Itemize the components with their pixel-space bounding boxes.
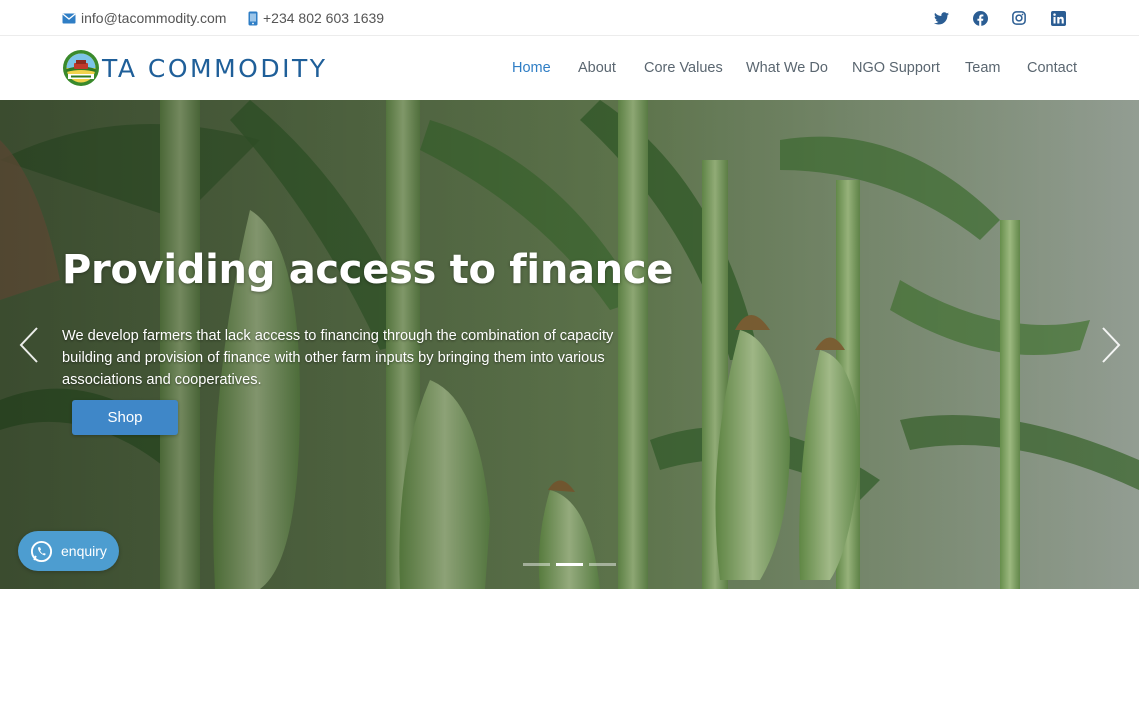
chevron-right-icon[interactable] — [1099, 326, 1123, 364]
slide-indicator-1[interactable] — [523, 563, 550, 566]
hero-title: Providing access to finance — [62, 247, 674, 293]
logo-text: TA COMMODITY — [102, 53, 328, 83]
shop-button[interactable]: Shop — [72, 400, 178, 435]
hero-slider: Providing access to finance We develop f… — [0, 100, 1139, 589]
email-link[interactable]: info@tacommodity.com — [62, 0, 226, 36]
slide-indicator-3[interactable] — [589, 563, 616, 566]
whatsapp-icon — [30, 540, 53, 563]
phone-text: +234 802 603 1639 — [263, 10, 385, 26]
nav-what-we-do[interactable]: What We Do — [746, 36, 828, 100]
nav-contact[interactable]: Contact — [1027, 36, 1077, 100]
nav-home[interactable]: Home — [512, 36, 551, 100]
facebook-icon[interactable] — [971, 9, 989, 27]
instagram-icon[interactable] — [1010, 9, 1028, 27]
envelope-icon — [62, 12, 76, 24]
chevron-left-icon[interactable] — [17, 326, 41, 364]
nav-team[interactable]: Team — [965, 36, 1000, 100]
hero-description: We develop farmers that lack access to f… — [62, 328, 614, 388]
nav-ngo-support[interactable]: NGO Support — [852, 36, 940, 100]
linkedin-icon[interactable] — [1049, 9, 1067, 27]
enquiry-label: enquiry — [61, 543, 107, 559]
logo-emblem-icon — [63, 50, 99, 86]
slide-indicator-2[interactable] — [556, 563, 583, 566]
site-logo[interactable]: TA COMMODITY — [62, 49, 328, 87]
twitter-icon[interactable] — [932, 9, 950, 27]
phone-link[interactable]: +234 802 603 1639 — [248, 0, 384, 36]
top-contact-bar: info@tacommodity.com +234 802 603 1639 — [0, 0, 1139, 36]
mobile-phone-icon — [248, 11, 258, 26]
main-header: TA COMMODITY Home About Core Values What… — [0, 36, 1139, 100]
enquiry-button[interactable]: enquiry — [18, 531, 119, 571]
nav-core-values[interactable]: Core Values — [644, 36, 723, 100]
nav-about[interactable]: About — [578, 36, 616, 100]
email-text: info@tacommodity.com — [81, 10, 227, 26]
